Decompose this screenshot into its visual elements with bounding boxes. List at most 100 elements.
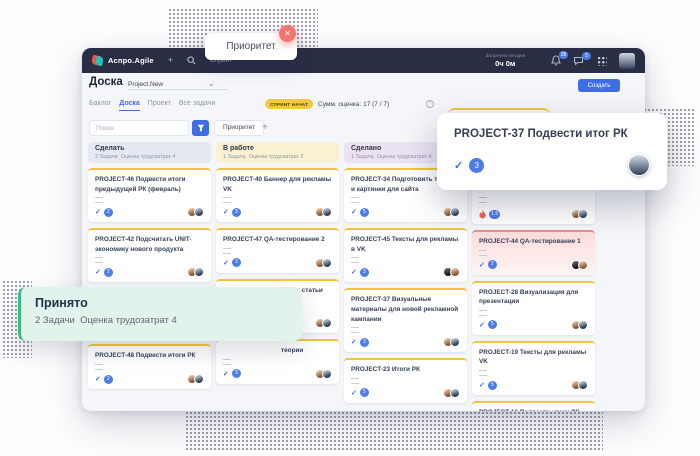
task-card[interactable]: PROJECT-46 Подвести итоги предыдущей РК … [88, 168, 211, 222]
task-card[interactable]: PROJECT-48 Подвести итоги РК ✓2 [88, 344, 211, 389]
description-icon [95, 364, 103, 370]
chevron-down-icon[interactable]: ⌄ [208, 79, 215, 88]
add-button[interactable]: + [168, 56, 173, 65]
task-card[interactable]: PROJECT-19 Тексты для рекламы VK ✓5 [472, 341, 595, 395]
assignee-avatars [574, 320, 588, 330]
time-tracker: Затрачено сегодня 0ч 0м [486, 53, 525, 68]
estimate-badge: 3 [232, 369, 241, 378]
description-icon [479, 250, 487, 256]
task-card[interactable]: PROJECT-37 Визуальные материалы для ново… [344, 288, 467, 352]
task-card-highlighted[interactable]: PROJECT-44 QA-тестирование 1 ✓2 [472, 230, 595, 275]
app-window: Аспро.Agile + Спринт Затрачено сегодня 0… [82, 48, 645, 411]
task-title: PROJECT-48 Подвести итоги РК [95, 351, 204, 361]
estimate-badge: 5 [360, 388, 369, 397]
task-card[interactable]: PROJECT-42 Подсчитать UNIT-экономику нов… [88, 228, 211, 282]
description-icon [479, 370, 487, 376]
estimate-badge: 2 [104, 268, 113, 277]
task-title: теории [223, 346, 332, 356]
estimate-badge: 3 [232, 258, 241, 267]
description-icon [223, 359, 231, 365]
task-title: PROJECT-28 Визуализация для презентации [479, 288, 588, 307]
accepted-title: Принято [35, 296, 288, 310]
check-icon: ✓ [479, 261, 485, 269]
page-title: Доска [89, 76, 123, 88]
popup-task-title: PROJECT-37 Подвести итог РК [454, 128, 650, 140]
task-card[interactable]: PROJECT-28 Визуализация для презентации … [472, 281, 595, 335]
assignee-avatars [446, 267, 460, 277]
estimate-badge: 3 [360, 268, 369, 277]
check-icon: ✓ [454, 159, 463, 172]
accepted-subtitle: 2 Задачи Оценка трудозатрат 4 [35, 315, 288, 326]
assignee-avatars [574, 380, 588, 390]
task-card[interactable]: PROJECT-47 QA-тестирование 2 ✓3 [216, 228, 339, 273]
task-preview-popup[interactable]: PROJECT-37 Подвести итог РК ✓ 3 [437, 113, 667, 190]
column-inprogress: В работе 1 Задача Оценка трудозатрат 3 P… [216, 142, 339, 384]
search-icon[interactable] [187, 56, 196, 65]
time-tracker-value: 0ч 0м [486, 59, 525, 68]
description-icon [95, 257, 103, 263]
summary-score: Сумм. оценка: 17 (7 / 7) [318, 101, 389, 108]
assignee-avatars [190, 207, 204, 217]
column-header-inprogress: В работе 1 Задача Оценка трудозатрат 3 [216, 142, 339, 163]
notifications-badge: 28 [559, 51, 568, 59]
assignee-avatars [190, 374, 204, 384]
task-title: PROJECT-16 Подвести итоги РК [479, 408, 588, 411]
priority-filter-chip[interactable]: Приоритет [214, 120, 264, 136]
messages-icon[interactable]: 5 [573, 56, 584, 66]
task-card[interactable]: PROJECT-23 Итоги РК ✓5 [344, 358, 467, 403]
check-icon: ✓ [351, 268, 357, 276]
estimate-badge: 5 [488, 381, 497, 390]
tab-board[interactable]: Доска [119, 100, 140, 111]
assignee-avatars [318, 369, 332, 379]
add-filter-button[interactable]: + [262, 121, 268, 135]
close-icon[interactable]: ✕ [279, 25, 296, 42]
description-icon [223, 197, 231, 203]
help-icon[interactable]: ? [426, 100, 434, 108]
estimate-badge: 2 [104, 208, 113, 217]
user-avatar[interactable] [619, 53, 635, 69]
accepted-column-callout: Принято 2 Задачи Оценка трудозатрат 4 [18, 287, 302, 341]
task-card[interactable]: PROJECT-45 Тексты для рекламы в VK ✓3 [344, 228, 467, 282]
check-icon: ✓ [351, 389, 357, 397]
column-todo: Сделать 2 Задачи Оценка трудозатрат 4 PR… [88, 142, 211, 389]
check-icon: ✓ [351, 208, 357, 216]
search-input[interactable] [89, 120, 189, 136]
tab-project[interactable]: Проект [148, 100, 171, 111]
brand-name: Аспро.Agile [108, 56, 154, 65]
check-icon: ✓ [223, 259, 229, 267]
estimate-badge: 5 [488, 320, 497, 329]
check-icon: ✓ [223, 208, 229, 216]
create-button[interactable]: Создать [578, 79, 620, 92]
apps-grid-icon[interactable] [596, 55, 607, 66]
check-icon: ✓ [479, 381, 485, 389]
tab-all-tasks[interactable]: Все задачи [179, 100, 216, 111]
fire-icon [479, 210, 486, 219]
task-card[interactable]: теории ✓3 [216, 339, 339, 384]
check-icon: ✓ [95, 268, 101, 276]
funnel-icon [197, 124, 205, 132]
description-icon [223, 248, 231, 254]
task-title: PROJECT-37 Визуальные материалы для ново… [351, 295, 460, 324]
task-title: PROJECT-40 Баннер для рекламы VK [223, 175, 332, 194]
time-tracker-label: Затрачено сегодня [486, 53, 525, 58]
task-card[interactable]: PROJECT-40 Баннер для рекламы VK ✓3 [216, 168, 339, 222]
top-navbar: Аспро.Agile + Спринт Затрачено сегодня 0… [82, 48, 645, 73]
estimate-badge: 3 [469, 158, 484, 173]
estimate-badge: 3 [360, 338, 369, 347]
task-card[interactable]: PROJECT-16 Подвести итоги РК [472, 401, 595, 411]
assignee-avatars [190, 267, 204, 277]
description-icon [351, 327, 359, 333]
check-icon: ✓ [351, 338, 357, 346]
task-title: PROJECT-44 QA-тестирование 1 [479, 237, 588, 247]
column-subtitle: 2 Задачи Оценка трудозатрат 4 [95, 154, 204, 160]
halftone-pattern-bottom [185, 407, 603, 451]
check-icon: ✓ [223, 370, 229, 378]
filter-button[interactable] [192, 120, 209, 136]
assignee-avatars [446, 207, 460, 217]
assignee-avatar [628, 154, 650, 176]
description-icon [479, 197, 487, 203]
task-title: PROJECT-45 Тексты для рекламы в VK [351, 235, 460, 254]
tab-backlog[interactable]: Баклог [89, 100, 111, 111]
estimate-badge: 2 [104, 375, 113, 384]
notifications-bell-icon[interactable]: 28 [551, 55, 561, 66]
